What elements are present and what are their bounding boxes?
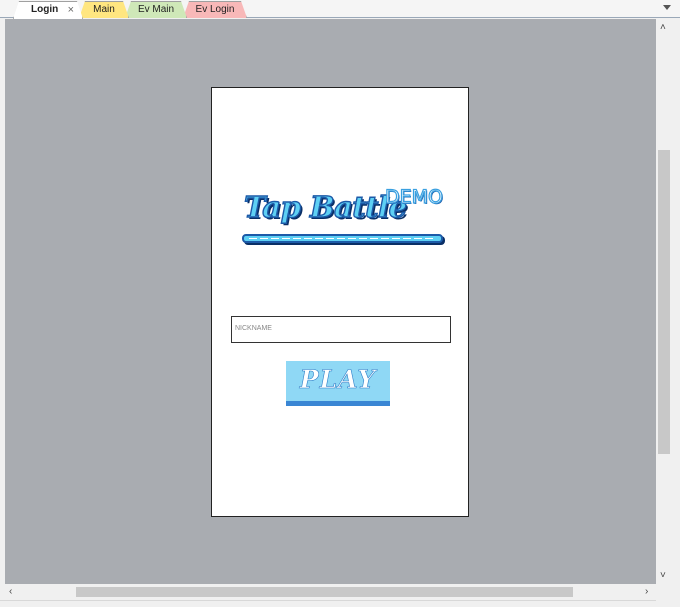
horizontal-scroll-thumb[interactable] — [76, 587, 573, 597]
logo-underline — [242, 234, 443, 243]
vertical-scroll-thumb[interactable] — [658, 150, 670, 454]
tab-label: Main — [93, 4, 115, 15]
tab-ev-main[interactable]: Ev Main — [125, 1, 187, 18]
nickname-field[interactable] — [231, 316, 451, 348]
scroll-down-icon[interactable]: ˅ — [660, 571, 666, 581]
tab-list-dropdown-icon[interactable] — [663, 5, 671, 10]
tab-label: Login — [31, 4, 59, 15]
logo-title: Tap Battle — [243, 189, 407, 224]
tab-label: Ev Login — [195, 4, 235, 15]
tab-strip: Ev Login Ev Main Main Login × — [0, 0, 680, 18]
phone-screen-preview: Tap Battle DEMO PLAY — [211, 87, 469, 517]
scroll-left-icon[interactable]: ‹ — [9, 587, 12, 597]
nickname-input[interactable] — [232, 323, 450, 348]
play-button[interactable]: PLAY — [286, 361, 390, 406]
tab-main[interactable]: Main — [79, 1, 129, 18]
tab-ev-login[interactable]: Ev Login — [183, 1, 247, 18]
vertical-scrollbar[interactable]: ˄ ˅ — [656, 19, 673, 584]
horizontal-scrollbar[interactable]: ‹ › — [0, 584, 656, 600]
tab-label: Ev Main — [137, 4, 175, 15]
status-edge — [0, 600, 656, 607]
scroll-up-icon[interactable]: ˄ — [660, 23, 666, 33]
designer-window: Ev Login Ev Main Main Login × Tap Battle… — [0, 0, 680, 607]
scrollbar-corner — [656, 584, 680, 607]
design-canvas: Tap Battle DEMO PLAY — [5, 19, 656, 584]
logo-badge: DEMO — [384, 185, 443, 208]
tab-login[interactable]: Login × — [13, 1, 83, 19]
play-button-label: PLAY — [299, 365, 377, 395]
scroll-right-icon[interactable]: › — [645, 587, 648, 597]
close-icon[interactable]: × — [68, 2, 74, 18]
app-logo: Tap Battle DEMO — [242, 184, 452, 254]
